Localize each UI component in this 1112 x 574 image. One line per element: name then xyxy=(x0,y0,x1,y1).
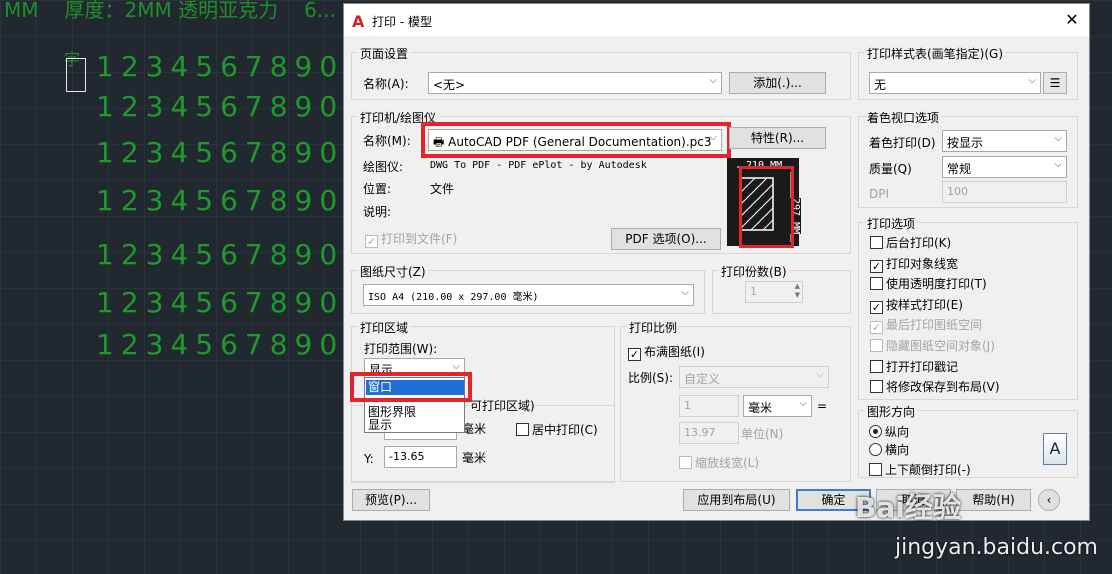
preview-button[interactable]: 预览(P)... xyxy=(352,489,430,511)
plot-lineweights-checkbox[interactable]: ✓ 打印对象线宽 xyxy=(870,255,958,273)
fit-to-paper-checkbox[interactable]: ✓ 布满图纸(I) xyxy=(628,343,705,361)
description-label: 说明: xyxy=(363,205,392,219)
plotter-label: 绘图仪: xyxy=(363,160,404,174)
location-label: 位置: xyxy=(363,182,392,196)
shade-plot-select[interactable]: 按显示 ⌵ xyxy=(942,130,1067,152)
cad-number-row: 1234567890 xyxy=(96,238,345,271)
plot-transparency-checkbox[interactable]: 使用透明度打印(T) xyxy=(870,275,987,292)
chevron-down-icon: ⌵ xyxy=(1054,159,1062,170)
offset-y-unit: 毫米 xyxy=(462,451,487,465)
preview-highlight-box xyxy=(739,166,794,248)
plot-lineweights-label: 打印对象线宽 xyxy=(886,256,959,271)
center-plot-checkbox[interactable]: 居中打印(C) xyxy=(516,421,598,438)
cad-top-text: MM 厚度：2MM 透明亚克力 6... xyxy=(4,0,336,22)
cad-number-row: 1234567890 xyxy=(96,50,345,83)
portrait-radio[interactable]: 纵向 xyxy=(869,423,909,440)
spinner-arrows-icon: ▲ ▼ xyxy=(794,282,800,299)
chevron-down-icon: ⌵ xyxy=(681,287,689,298)
add-page-setup-button[interactable]: 添加(.)... xyxy=(729,72,826,94)
cad-number-row: 1234567890 xyxy=(96,328,345,361)
upside-down-checkbox[interactable]: 上下颠倒打印(-) xyxy=(869,461,971,478)
chevron-down-icon: ⌵ xyxy=(709,75,717,86)
scale-label: 比例(S): xyxy=(628,371,674,385)
dialog-titlebar[interactable]: A 打印 - 模型 ✕ xyxy=(344,4,1089,36)
page-setup-name-select[interactable]: <无> ⌵ xyxy=(428,72,722,94)
dialog-title: 打印 - 模型 xyxy=(372,15,432,29)
edit-style-icon[interactable]: ☰ xyxy=(1043,72,1067,94)
orientation-preview-icon: A xyxy=(1043,433,1067,465)
chevron-down-icon: ⌵ xyxy=(799,398,807,409)
plotter-value: DWG To PDF - PDF ePlot - by Autodesk xyxy=(430,160,647,171)
plot-range-label: 打印范围(W): xyxy=(364,342,438,356)
printer-highlight-box xyxy=(421,122,731,158)
scale-value2-input[interactable]: 13.97 xyxy=(679,422,739,444)
background-plot-checkbox[interactable]: 后台打印(K) xyxy=(870,234,951,251)
plot-style-select[interactable]: 无 ⌵ xyxy=(869,72,1041,94)
offset-y-input[interactable]: -13.65 xyxy=(384,446,457,468)
offset-x-unit: 毫米 xyxy=(462,422,487,436)
landscape-radio[interactable]: 横向 xyxy=(869,441,909,458)
offset-y-label: Y: xyxy=(364,452,374,466)
watermark-url: jingyan.baidu.com xyxy=(894,535,1098,560)
dpi-input[interactable]: 100 xyxy=(942,181,1067,203)
cad-number-row: 1234567890 xyxy=(96,184,345,217)
page-setup-name-label: 名称(A): xyxy=(363,77,409,91)
plot-stamp-on-checkbox[interactable]: 打开打印戳记 xyxy=(870,358,958,375)
printer-name-label: 名称(M): xyxy=(363,134,411,148)
save-changes-to-layout-checkbox[interactable]: 将修改保存到布局(V) xyxy=(870,378,1000,395)
chevron-down-icon: ⌵ xyxy=(1028,75,1036,86)
plot-offset-label: 可打印区域) xyxy=(470,397,535,414)
cad-number-row: 1234567890 xyxy=(96,90,345,123)
chevron-down-icon: ⌵ xyxy=(452,361,460,372)
autocad-logo-icon: A xyxy=(352,12,365,31)
plot-transparency-label: 使用透明度打印(T) xyxy=(886,277,987,292)
hide-paperspace-objects-label: 隐藏图纸空间对象(J) xyxy=(886,339,995,353)
plot-with-styles-label: 按样式打印(E) xyxy=(886,297,963,312)
plot-range-option-display[interactable]: 显示 xyxy=(366,418,464,433)
baidu-watermark-logo: Bai经验 xyxy=(855,491,961,524)
background-plot-label: 后台打印(K) xyxy=(886,236,952,250)
paper-size-select[interactable]: ISO A4 (210.00 x 297.00 毫米) ⌵ xyxy=(363,284,694,306)
more-options-button[interactable]: ‹ xyxy=(1038,489,1060,511)
copies-spinner[interactable]: 1 ▲ ▼ xyxy=(745,281,803,303)
apply-to-layout-button[interactable]: 应用到布局(U) xyxy=(683,489,790,511)
chevron-down-icon: ⌵ xyxy=(1054,133,1062,144)
scale-select[interactable]: 自定义 ⌵ xyxy=(679,366,829,388)
print-to-file-checkbox[interactable]: ✓ 打印到文件(F) xyxy=(365,230,457,248)
save-changes-to-layout-label: 将修改保存到布局(V) xyxy=(886,380,1000,395)
quality-select[interactable]: 常规 ⌵ xyxy=(942,156,1067,178)
scale-unit-select[interactable]: 毫米 ⌵ xyxy=(743,395,812,417)
plot-paperspace-last-checkbox[interactable]: ✓ 最后打印图纸空间 xyxy=(870,316,983,335)
location-value: 文件 xyxy=(430,182,455,196)
printer-properties-button[interactable]: 特性(R)... xyxy=(729,127,826,149)
plot-stamp-on-label: 打开打印戳记 xyxy=(886,359,959,374)
cad-number-row: 1234567890 xyxy=(96,286,345,319)
help-button[interactable]: 帮助(H) xyxy=(956,489,1031,511)
scale-equals: = xyxy=(817,399,828,413)
scale-value1-input[interactable]: 1 xyxy=(679,395,739,417)
cad-text-cursor xyxy=(66,58,86,92)
dpi-label: DPI xyxy=(869,187,890,201)
hide-paperspace-objects-checkbox[interactable]: 隐藏图纸空间对象(J) xyxy=(870,337,995,354)
pdf-options-button[interactable]: PDF 选项(O)... xyxy=(611,228,721,250)
chevron-down-icon: ⌵ xyxy=(816,369,824,380)
close-button[interactable]: ✕ xyxy=(1061,10,1083,30)
plot-with-styles-checkbox[interactable]: ✓ 按样式打印(E) xyxy=(870,296,963,314)
shade-plot-label: 着色打印(D) xyxy=(869,136,936,150)
cad-number-row: 1234567890 xyxy=(96,136,345,169)
scale-unit2-label: 单位(N) xyxy=(741,427,784,441)
scale-lineweights-checkbox[interactable]: 缩放线宽(L) xyxy=(679,454,759,471)
window-option-highlight-box xyxy=(350,372,472,402)
quality-label: 质量(Q) xyxy=(869,162,912,176)
plot-paperspace-last-label: 最后打印图纸空间 xyxy=(886,318,983,333)
